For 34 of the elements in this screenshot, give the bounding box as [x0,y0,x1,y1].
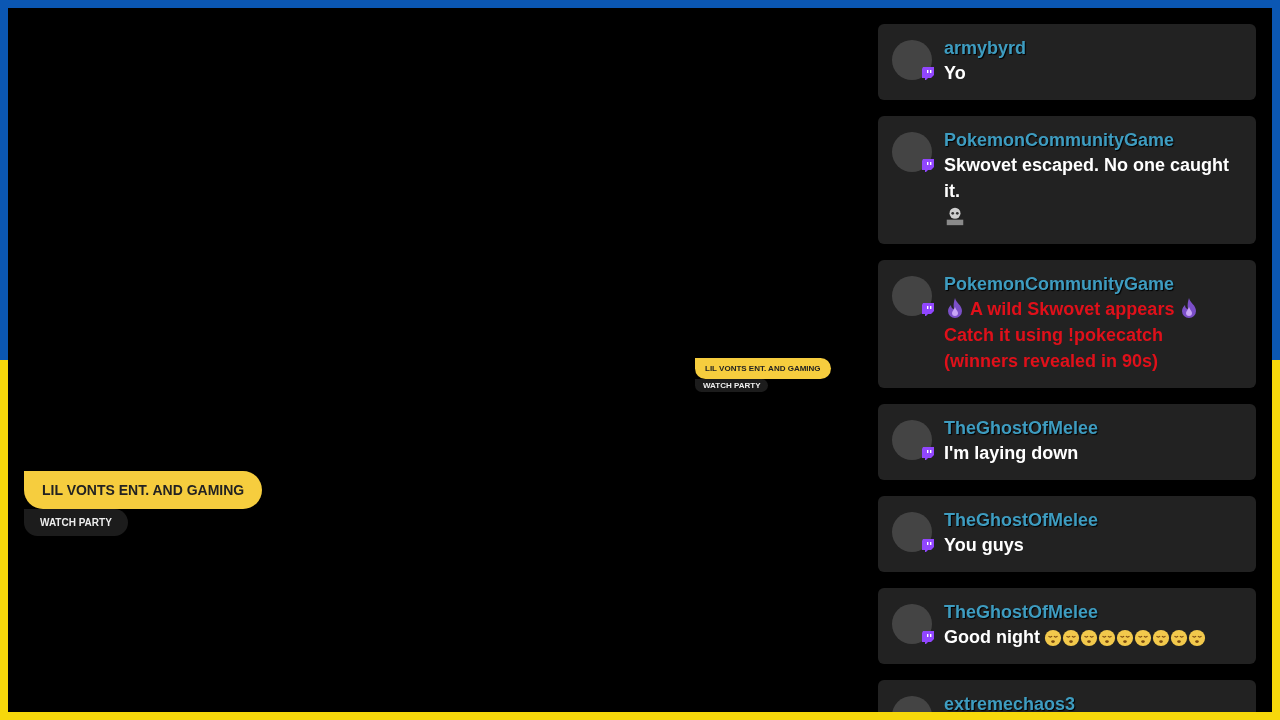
username: extremechaos3 [944,693,1077,712]
chat-bubble-icon [921,538,935,552]
stream-title: LIL VONTS ENT. AND GAMING [24,471,263,509]
message-text: A wild Skwovet appears [970,299,1175,319]
message-text: Skwovet escaped. No one caught it. [944,154,1231,203]
message-text: I'm laying down [944,443,1079,463]
sleepy-face-icon [1151,629,1170,647]
username: armybyrd [944,37,1028,60]
skull-emote-icon [944,205,966,227]
sleepy-face-icon [1187,629,1206,647]
stream-subtitle: WATCH PARTY [24,509,128,536]
stream-title: LIL VONTS ENT. AND GAMING [695,358,831,379]
chat-bubble-icon [921,446,935,460]
sleepy-face-icon [1061,629,1080,647]
username: TheGhostOfMelee [944,601,1100,624]
sleepy-face-icon [1133,629,1152,647]
message-text: Catch it using !pokecatch (winners revealed in 90s) [944,325,1164,371]
username: PokemonCommunityGame [944,273,1176,296]
sleepy-face-icon [1043,629,1062,647]
sleepy-face-icon [1115,629,1134,647]
username: PokemonCommunityGame [944,129,1176,152]
chat-bubble-icon [921,66,935,80]
chat-bubble-icon [921,302,935,316]
sleepy-face-icon [1169,629,1188,647]
message-text: Good night [944,627,1040,647]
username: TheGhostOfMelee [944,417,1100,440]
username: TheGhostOfMelee [944,509,1100,532]
sleepy-face-icon [1097,629,1116,647]
sleepy-face-icon [1079,629,1098,647]
chat-bubble-icon [921,630,935,644]
chat-bubble-icon [921,158,935,172]
message-text: Yo [944,63,966,83]
message-text: You guys [944,535,1024,555]
stream-subtitle: WATCH PARTY [695,379,769,392]
